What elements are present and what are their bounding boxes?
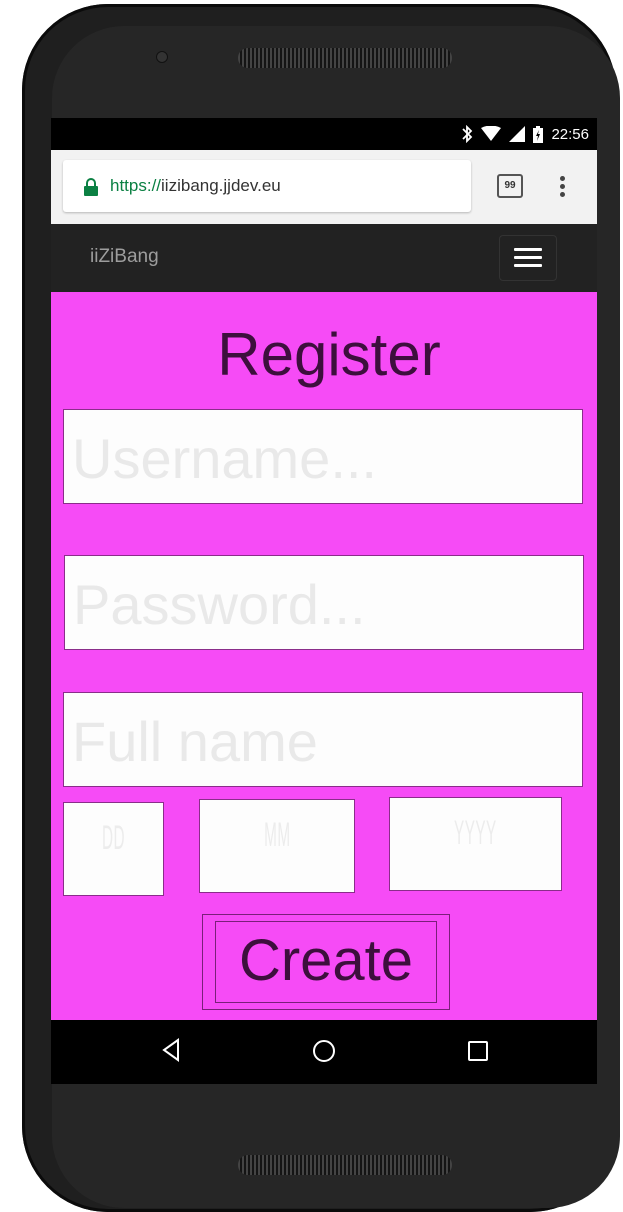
back-icon[interactable] xyxy=(161,1038,181,1062)
fullname-input[interactable]: Full name xyxy=(63,692,583,787)
bluetooth-icon xyxy=(462,125,473,143)
hamburger-menu-icon xyxy=(514,256,542,259)
username-input[interactable]: Username... xyxy=(63,409,583,504)
phone-screen: 22:56 https://iizibang.jjdev.eu 99 iiZiB… xyxy=(51,118,597,1084)
address-bar[interactable]: https://iizibang.jjdev.eu xyxy=(63,160,471,212)
battery-icon xyxy=(533,125,544,143)
lock-icon xyxy=(84,178,98,196)
menu-dot xyxy=(560,184,565,189)
page-title: Register xyxy=(217,321,441,388)
password-input[interactable]: Password... xyxy=(64,555,584,650)
hamburger-menu-icon xyxy=(514,248,542,251)
status-bar: 22:56 xyxy=(51,118,597,150)
recents-icon[interactable] xyxy=(467,1040,489,1062)
navbar-toggle-button[interactable] xyxy=(499,235,557,281)
browser-menu-button[interactable] xyxy=(560,176,566,198)
birth-day-input[interactable]: DD xyxy=(63,802,164,896)
year-placeholder: YYYY xyxy=(454,814,497,852)
signal-icon xyxy=(509,126,526,142)
tab-switcher-button[interactable]: 99 xyxy=(497,174,523,198)
url-text[interactable]: https://iizibang.jjdev.eu xyxy=(110,176,281,196)
create-button[interactable]: Create xyxy=(215,921,437,1003)
url-host: iizibang.jjdev.eu xyxy=(161,176,281,195)
bottom-speaker xyxy=(238,1155,452,1175)
status-time: 22:56 xyxy=(551,125,589,143)
system-navigation-bar xyxy=(51,1020,597,1084)
navbar-brand[interactable]: iiZiBang xyxy=(90,246,159,268)
hamburger-menu-icon xyxy=(514,264,542,267)
browser-toolbar: https://iizibang.jjdev.eu 99 xyxy=(51,150,597,224)
home-icon[interactable] xyxy=(311,1038,337,1064)
password-placeholder: Password... xyxy=(73,573,366,636)
site-navbar: iiZiBang xyxy=(51,224,597,292)
menu-dot xyxy=(560,176,565,181)
top-speaker xyxy=(238,48,452,68)
birth-year-input[interactable]: YYYY xyxy=(389,797,562,891)
day-placeholder: DD xyxy=(101,819,125,857)
birth-month-input[interactable]: MM xyxy=(199,799,355,893)
register-page: Register Username... Password... Full na… xyxy=(51,292,597,1020)
front-camera xyxy=(156,51,168,63)
menu-dot xyxy=(560,192,565,197)
fullname-placeholder: Full name xyxy=(72,710,318,773)
url-scheme: https:// xyxy=(110,176,162,195)
month-placeholder: MM xyxy=(263,816,291,854)
username-placeholder: Username... xyxy=(72,427,377,490)
wifi-icon xyxy=(481,126,502,141)
